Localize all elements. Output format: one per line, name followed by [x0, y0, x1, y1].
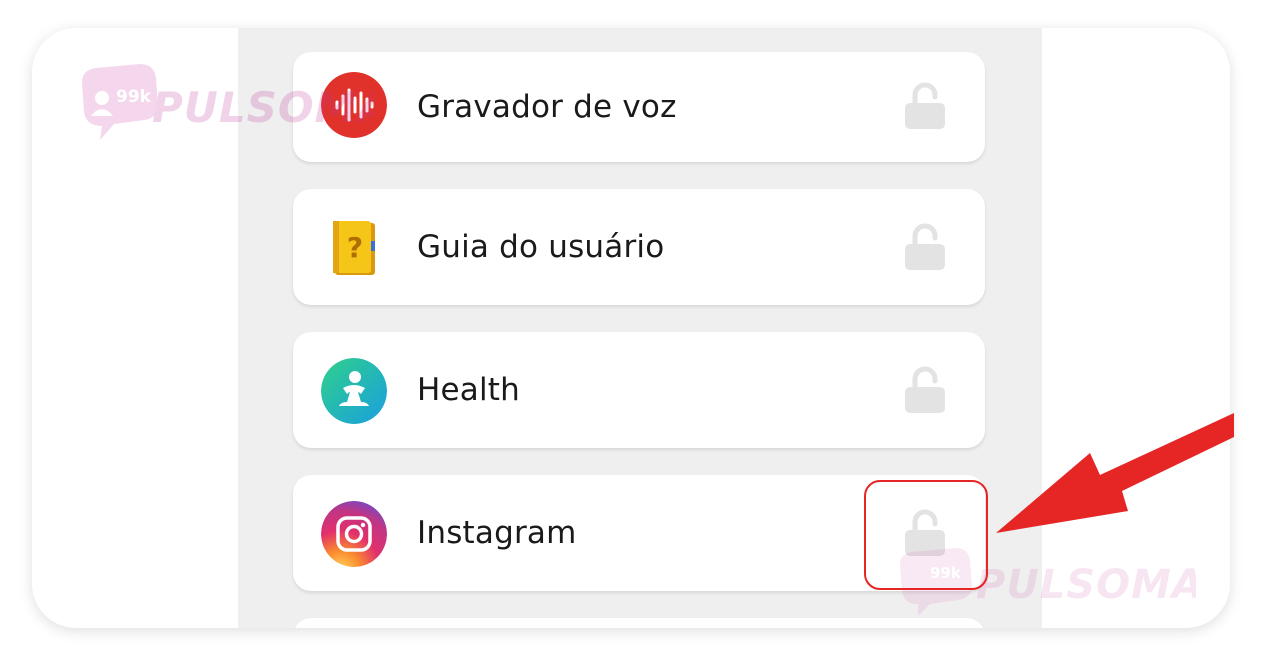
list-item-health[interactable]: Health: [293, 332, 985, 448]
list-item-gravador-de-voz[interactable]: Gravador de voz: [293, 52, 985, 162]
watermark-brand: PULSOMAX: [976, 562, 1196, 608]
watermark-badge: 99k: [116, 87, 152, 107]
lock-highlight-box: [864, 480, 988, 590]
pulsomax-watermark: 99k PULSOMAX: [74, 62, 425, 152]
samsung-health-icon: [321, 358, 387, 424]
unlocked-padlock-icon[interactable]: [903, 223, 947, 271]
red-arrow-pointer: [996, 413, 1234, 533]
app-label: Gravador de voz: [417, 89, 677, 125]
app-label: Health: [417, 372, 520, 408]
instagram-icon: [321, 501, 387, 567]
unlocked-padlock-icon[interactable]: [903, 366, 947, 414]
svg-text:?: ?: [347, 231, 363, 264]
app-label: Guia do usuário: [417, 229, 665, 265]
unlocked-padlock-icon[interactable]: [903, 82, 947, 130]
list-item-guia-do-usuario[interactable]: ? Guia do usuário: [293, 189, 985, 305]
list-item-partial: [293, 618, 985, 628]
watermark-brand: PULSOMAX: [152, 83, 374, 132]
user-guide-book-icon: ?: [333, 221, 375, 275]
pulsomax-logo-icon: 99k PULSOMAX: [82, 64, 425, 140]
app-label: Instagram: [417, 515, 577, 551]
